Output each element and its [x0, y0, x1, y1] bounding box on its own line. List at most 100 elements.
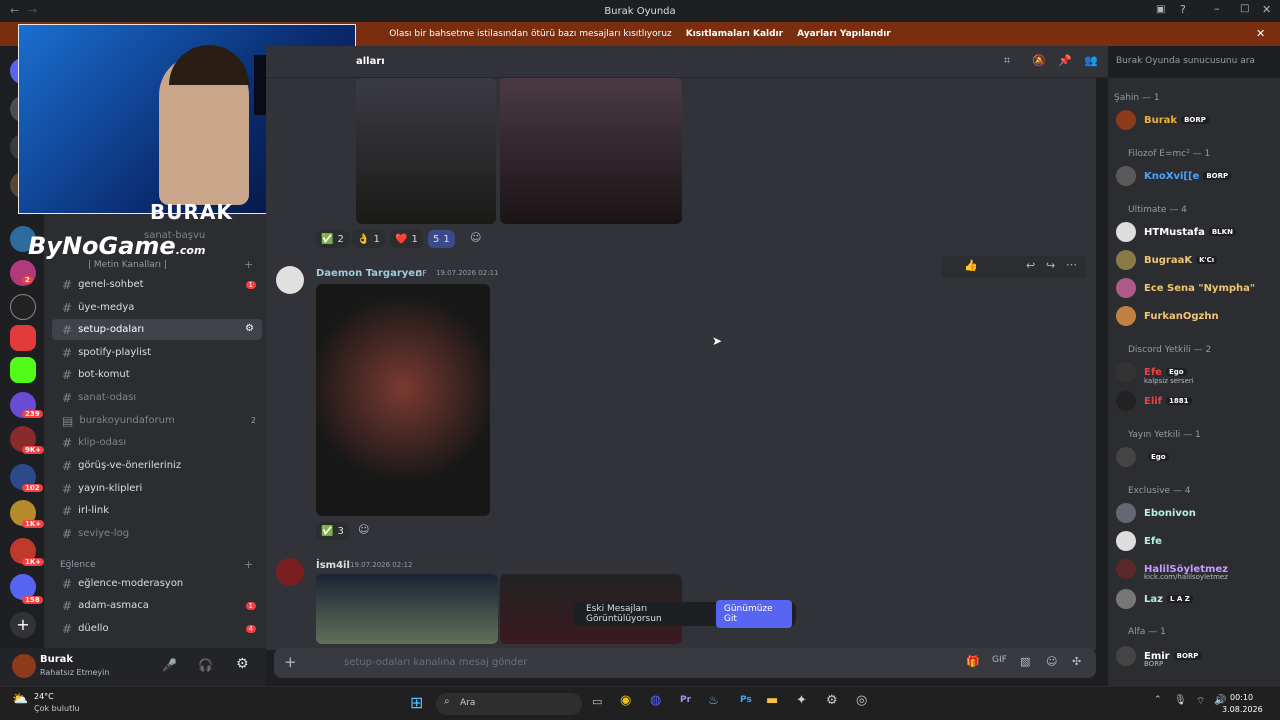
file-explorer-icon[interactable]: ▬	[766, 693, 778, 708]
more-icon[interactable]: ⋯	[1066, 258, 1077, 271]
reaction[interactable]: ❤️ 1	[390, 230, 423, 248]
back-arrow-icon[interactable]: ←	[10, 4, 19, 17]
gift-icon[interactable]: 🎁	[966, 655, 980, 668]
server-search-input[interactable]: Burak Oyunda sunucusunu ara	[1110, 52, 1274, 72]
channel-duello[interactable]: # düello 4	[52, 618, 262, 639]
channel-bot-komut[interactable]: # bot-komut	[52, 364, 262, 385]
channel-uye-medya[interactable]: # üye-medya	[52, 297, 262, 318]
member-item[interactable]: Efe Ego	[1116, 360, 1276, 384]
reaction[interactable]: ✅ 3	[316, 522, 349, 540]
clock-time[interactable]: 00:10	[1230, 693, 1253, 702]
task-view-icon[interactable]: ▭	[592, 695, 602, 708]
message-author[interactable]: Daemon Targaryen	[316, 268, 422, 279]
add-server-icon[interactable]: +	[10, 612, 36, 638]
chrome-icon[interactable]: ◉	[620, 693, 631, 708]
attachment-image[interactable]	[356, 78, 496, 224]
clock-date[interactable]: 3.08.2026	[1222, 705, 1263, 714]
wifi-icon[interactable]: ⌔	[1196, 695, 1205, 708]
apps-icon[interactable]: ✣	[1072, 655, 1081, 668]
taskbar-search[interactable]: ⌕ Ara	[436, 693, 582, 715]
thumbs-up-icon[interactable]: 👍	[964, 259, 978, 272]
configure-settings-link[interactable]: Ayarları Yapılandır	[797, 29, 891, 39]
app-icon[interactable]: ✦	[796, 693, 807, 708]
minimize-icon[interactable]: –	[1214, 2, 1220, 15]
channel-irl-link[interactable]: # irl-link	[52, 500, 262, 521]
message-author[interactable]: İsm4il	[316, 560, 350, 571]
inbox-icon[interactable]: ▣	[1156, 4, 1165, 15]
channel-genel-sohbet[interactable]: # genel-sohbet 1	[52, 274, 262, 295]
reaction[interactable]: 51	[428, 230, 455, 248]
attachment-image[interactable]	[500, 78, 682, 224]
add-channel-icon[interactable]: +	[244, 558, 253, 571]
member-item[interactable]: Emir BORP	[1116, 644, 1276, 668]
pin-icon[interactable]: 📌	[1058, 54, 1072, 67]
member-item[interactable]: Efe	[1116, 529, 1276, 553]
premiere-icon[interactable]: Pr	[680, 695, 691, 705]
member-item[interactable]: Burak BORP	[1116, 108, 1276, 132]
channel-forum[interactable]: ▤ burakoyundaforum 2	[52, 410, 262, 431]
member-item[interactable]: HTMustafa BLKN	[1116, 220, 1276, 244]
channel-yayin-klipleri[interactable]: # yayın-klipleri	[52, 478, 262, 499]
member-item[interactable]: Ece Sena "Nympha"	[1116, 276, 1276, 300]
add-channel-icon[interactable]: +	[244, 258, 253, 271]
threads-icon[interactable]: ⌗	[1004, 54, 1010, 68]
message-input[interactable]: setup-odaları kanalına mesaj gönder	[344, 657, 527, 668]
attach-icon[interactable]: +	[284, 653, 297, 671]
channel-sanat-odasi[interactable]: # sanat-odası	[52, 387, 262, 408]
member-item[interactable]: Laz L A Z	[1116, 587, 1276, 611]
category-metin-kanallari[interactable]: | Metin Kanalları |	[88, 260, 167, 270]
member-item[interactable]: Ego	[1116, 445, 1276, 469]
server-icon[interactable]	[10, 325, 36, 351]
settings-icon[interactable]: ⚙	[236, 656, 249, 672]
member-item[interactable]: BugraaK K'Cı	[1116, 248, 1276, 272]
channel-spotify-playlist[interactable]: # spotify-playlist	[52, 342, 262, 363]
settings-icon[interactable]: ⚙	[245, 323, 254, 334]
channel-seviye-log[interactable]: # seviye-log	[52, 523, 262, 544]
gif-icon[interactable]: GIF	[992, 655, 1007, 665]
close-icon[interactable]: ✕	[1262, 3, 1271, 16]
member-item[interactable]: KnoXvi[[e BORP	[1116, 164, 1276, 188]
add-reaction-icon[interactable]: ☺	[470, 231, 481, 244]
jump-to-present-button[interactable]: Günümüze Git	[715, 600, 792, 628]
kick-server-icon[interactable]	[10, 357, 36, 383]
channel-gorus-oneri[interactable]: # görüş-ve-önerileriniz	[52, 455, 262, 476]
attachment-image[interactable]	[316, 284, 490, 516]
mute-icon[interactable]: 🔕	[1032, 54, 1046, 67]
microphone-icon[interactable]: 🎤	[162, 658, 177, 672]
member-item[interactable]: FurkanOgzhn	[1116, 304, 1276, 328]
reaction[interactable]: ✅ 2	[316, 230, 349, 248]
member-item[interactable]: Ebonivon	[1116, 501, 1276, 525]
banner-close-icon[interactable]: ✕	[1256, 27, 1265, 40]
avatar[interactable]	[12, 654, 36, 678]
tray-chevron-icon[interactable]: ⌃	[1154, 695, 1162, 705]
microphone-icon[interactable]: 🎙	[1174, 695, 1187, 706]
channel-eglence-moderasyon[interactable]: # eğlence-moderasyon	[52, 573, 262, 594]
weather-icon[interactable]: ⛅	[12, 692, 28, 707]
windows-start-icon[interactable]: ⊞	[410, 693, 423, 712]
app-icon[interactable]: ◎	[856, 693, 867, 708]
remove-restrictions-link[interactable]: Kısıtlamaları Kaldır	[686, 29, 783, 39]
member-item[interactable]: Elif 1881	[1116, 389, 1276, 413]
member-list-icon[interactable]: 👥	[1084, 54, 1098, 67]
avatar[interactable]	[276, 266, 304, 294]
reaction[interactable]: 👌 1	[352, 230, 385, 248]
channel-klip-odasi[interactable]: # klip-odası	[52, 432, 262, 453]
forward-icon[interactable]: ↪	[1046, 259, 1055, 272]
emoji-icon[interactable]: ☺	[1046, 655, 1057, 668]
channel-adam-asmaca[interactable]: # adam-asmaca 1	[52, 595, 262, 616]
attachment-image[interactable]	[316, 574, 498, 644]
maximize-icon[interactable]: □	[1240, 3, 1249, 14]
photoshop-icon[interactable]: Ps	[740, 695, 752, 705]
settings-icon[interactable]: ⚙	[826, 693, 838, 708]
forward-arrow-icon[interactable]: →	[28, 4, 37, 17]
discord-icon[interactable]: ◍	[650, 693, 661, 708]
channel-setup-odalari[interactable]: # setup-odaları ⚙	[52, 319, 262, 340]
steam-icon[interactable]: ♨	[708, 693, 719, 707]
add-reaction-icon[interactable]: ☺	[358, 523, 369, 536]
help-icon[interactable]: ?	[1180, 3, 1186, 16]
reply-icon[interactable]: ↩	[1026, 259, 1035, 272]
category-eglence[interactable]: Eğlence	[60, 560, 96, 570]
headphones-icon[interactable]: 🎧	[198, 658, 213, 672]
avatar[interactable]	[276, 558, 304, 586]
server-icon[interactable]	[10, 294, 36, 320]
